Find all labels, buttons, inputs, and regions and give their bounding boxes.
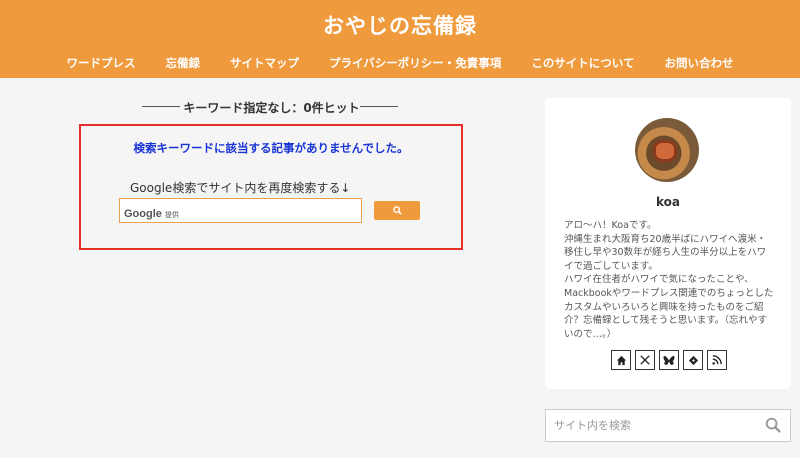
nav-item-wordpress[interactable]: ワードプレス	[67, 55, 136, 71]
search-icon	[392, 206, 402, 215]
research-label: Google検索でサイト内を再度検索する↓	[130, 181, 351, 195]
profile-name: koa	[656, 195, 680, 209]
rss-icon[interactable]	[707, 350, 727, 370]
not-found-message: 検索キーワードに該当する記事がありませんでした。	[133, 141, 409, 155]
google-logo: Google	[124, 208, 162, 220]
site-title[interactable]: おやじの忘備録	[0, 10, 800, 40]
bio-line: ハワイ在住者がハワイで気になったことや、	[564, 274, 754, 286]
avatar	[635, 118, 699, 182]
search-icon[interactable]	[765, 417, 782, 438]
profile-bio: アロ〜ハ！Koaです。 沖縄生まれ大阪育ち20歳半ばにハワイへ渡米・ 移住し早や…	[564, 219, 776, 341]
bio-line: カスタムやいろいろと興味を持ったものをご紹	[564, 301, 764, 313]
bio-line: 介？忘備録として残そうと思います。（忘れやす	[564, 315, 768, 327]
nav-item-memo[interactable]: 忘備録	[166, 55, 201, 71]
profile-card: koa アロ〜ハ！Koaです。 沖縄生まれ大阪育ち20歳半ばにハワイへ渡米・ 移…	[545, 98, 791, 389]
google-search-input[interactable]: Google 提供	[119, 198, 362, 223]
search-result-heading: キーワード指定なし：0件ヒット	[183, 101, 360, 115]
home-icon[interactable]	[611, 350, 631, 370]
feedly-icon[interactable]	[683, 350, 703, 370]
heading-divider-right	[360, 106, 398, 107]
sidebar-search	[545, 409, 791, 442]
bio-line: 移住し早や30数年が経ち人生の半分以上をハワ	[564, 247, 767, 259]
nav-item-about[interactable]: このサイトについて	[531, 55, 634, 71]
sidebar-search-input[interactable]	[546, 410, 756, 441]
x-icon[interactable]	[635, 350, 655, 370]
nav-item-contact[interactable]: お問い合わせ	[664, 55, 733, 71]
global-nav: ワードプレス 忘備録 サイトマップ プライバシーポリシー・免責事項 このサイトに…	[0, 55, 800, 71]
no-results-box: 検索キーワードに該当する記事がありませんでした。 Google検索でサイト内を再…	[79, 124, 463, 250]
social-links	[611, 350, 727, 370]
bio-line: Mackbookやワードプレス関連でのちょっとした	[564, 287, 774, 299]
bio-line: いので…。）	[564, 328, 617, 340]
google-search-button[interactable]	[374, 201, 420, 220]
google-provided-label: 提供	[164, 211, 179, 219]
nav-item-privacy[interactable]: プライバシーポリシー・免責事項	[329, 55, 501, 71]
bio-line: 沖縄生まれ大阪育ち20歳半ばにハワイへ渡米・	[564, 233, 767, 245]
bluesky-icon[interactable]	[659, 350, 679, 370]
bio-line: アロ〜ハ！Koaです。	[564, 220, 657, 231]
bio-line: イで過ごしています。	[564, 260, 658, 272]
nav-item-sitemap[interactable]: サイトマップ	[230, 55, 299, 71]
site-header: おやじの忘備録 ワードプレス 忘備録 サイトマップ プライバシーポリシー・免責事…	[0, 0, 800, 78]
